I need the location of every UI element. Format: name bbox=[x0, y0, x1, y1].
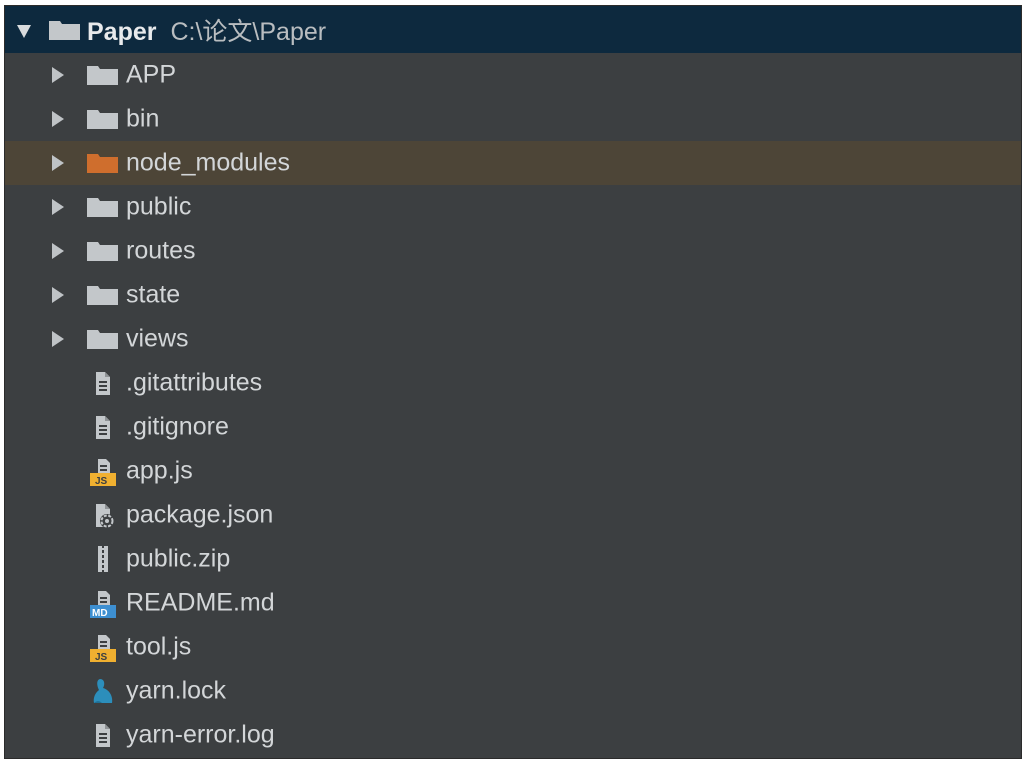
text-file-icon bbox=[96, 416, 110, 439]
svg-text:JS: JS bbox=[95, 476, 108, 486]
project-name: Paper bbox=[87, 17, 157, 46]
tree-item-label: .gitignore bbox=[126, 412, 229, 441]
tree-item-label: app.js bbox=[126, 456, 193, 485]
tree-item-file-tool-js[interactable]: JS tool.js bbox=[5, 625, 1021, 669]
folder-icon bbox=[87, 66, 118, 85]
log-file-icon bbox=[96, 724, 110, 747]
collapse-arrow-icon[interactable] bbox=[52, 111, 64, 127]
tree-item-label: package.json bbox=[126, 500, 274, 529]
tree-item-folder-views[interactable]: views bbox=[5, 317, 1021, 361]
tree-item-label: yarn-error.log bbox=[126, 720, 275, 749]
folder-icon bbox=[87, 330, 118, 349]
project-tree: Paper C:\论文\Paper APP bin node_modules pu… bbox=[5, 6, 1021, 757]
yarn-lock-icon bbox=[93, 679, 113, 703]
tree-item-file-public-zip[interactable]: public.zip bbox=[5, 537, 1021, 581]
tree-item-file-gitattributes[interactable]: .gitattributes bbox=[5, 361, 1021, 405]
javascript-file-icon: JS bbox=[90, 459, 116, 486]
tree-item-file-app-js[interactable]: JS app.js bbox=[5, 449, 1021, 493]
excluded-folder-icon bbox=[87, 154, 118, 173]
expand-arrow-icon[interactable] bbox=[17, 24, 31, 38]
folder-icon bbox=[87, 242, 118, 261]
project-path: C:\论文\Paper bbox=[170, 17, 327, 46]
collapse-arrow-icon[interactable] bbox=[52, 243, 64, 259]
tree-item-label: Paper C:\论文\Paper bbox=[87, 12, 326, 48]
collapse-arrow-icon[interactable] bbox=[52, 155, 64, 171]
tree-item-file-package-json[interactable]: package.json bbox=[5, 493, 1021, 537]
tree-item-label: .gitattributes bbox=[126, 368, 263, 397]
text-file-icon bbox=[96, 372, 110, 395]
json-file-icon bbox=[96, 504, 114, 528]
tree-item-label: views bbox=[126, 324, 189, 353]
tree-item-label: yarn.lock bbox=[126, 676, 227, 705]
tree-item-file-readme-md[interactable]: MD README.md bbox=[5, 581, 1021, 625]
tree-item-label: state bbox=[126, 280, 181, 309]
tree-item-label: bin bbox=[126, 104, 160, 133]
folder-icon bbox=[87, 110, 118, 129]
tree-item-label: tool.js bbox=[126, 632, 192, 661]
collapse-arrow-icon[interactable] bbox=[52, 67, 64, 83]
collapse-arrow-icon[interactable] bbox=[52, 199, 64, 215]
collapse-arrow-icon[interactable] bbox=[52, 331, 64, 347]
tree-item-label: public bbox=[126, 192, 192, 221]
tree-item-folder-bin[interactable]: bin bbox=[5, 97, 1021, 141]
tree-item-folder-state[interactable]: state bbox=[5, 273, 1021, 317]
tree-item-folder-routes[interactable]: routes bbox=[5, 229, 1021, 273]
archive-file-icon bbox=[98, 546, 108, 572]
folder-icon bbox=[87, 198, 118, 217]
svg-text:MD: MD bbox=[92, 608, 108, 618]
javascript-file-icon: JS bbox=[90, 635, 116, 662]
tree-item-file-gitignore[interactable]: .gitignore bbox=[5, 405, 1021, 449]
tree-item-label: routes bbox=[126, 236, 196, 265]
tree-item-folder-app[interactable]: APP bbox=[5, 53, 1021, 97]
svg-text:JS: JS bbox=[95, 652, 108, 662]
folder-icon bbox=[49, 20, 80, 40]
collapse-arrow-icon[interactable] bbox=[52, 287, 64, 303]
tree-item-label: public.zip bbox=[126, 544, 231, 573]
markdown-file-icon: MD bbox=[90, 591, 116, 618]
tree-item-label: APP bbox=[126, 60, 177, 89]
tree-root-paper[interactable]: Paper C:\论文\Paper bbox=[5, 6, 1021, 53]
tree-item-label: node_modules bbox=[126, 148, 291, 177]
tree-item-folder-node-modules[interactable]: node_modules bbox=[5, 141, 1021, 185]
folder-icon bbox=[87, 286, 118, 305]
tree-item-file-yarn-error-log[interactable]: yarn-error.log bbox=[5, 713, 1021, 757]
tree-item-label: README.md bbox=[126, 588, 275, 617]
tree-item-file-yarn-lock[interactable]: yarn.lock bbox=[5, 669, 1021, 713]
tree-item-folder-public[interactable]: public bbox=[5, 185, 1021, 229]
project-panel: Paper C:\论文\Paper APP bin node_modules pu… bbox=[4, 5, 1022, 759]
